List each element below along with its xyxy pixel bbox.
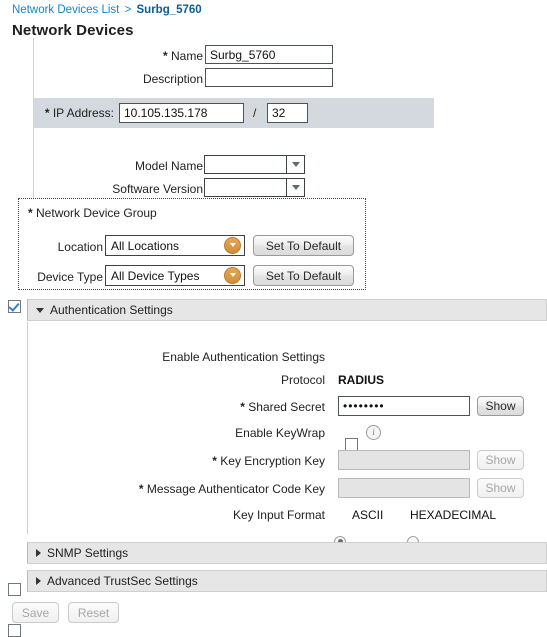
- info-icon[interactable]: i: [366, 425, 381, 440]
- description-input[interactable]: [205, 68, 333, 87]
- authentication-settings-checkbox[interactable]: [8, 300, 21, 313]
- key-encryption-key-label: * Key Encryption Key: [150, 454, 325, 468]
- model-name-label: Model Name: [134, 159, 203, 173]
- breadcrumb-current-device: Surbg_5760: [136, 4, 202, 16]
- breadcrumb-separator: >: [124, 4, 132, 16]
- device-type-value: All Device Types: [111, 268, 200, 283]
- model-name-combobox[interactable]: [204, 155, 305, 174]
- key-encryption-key-show-button[interactable]: Show: [477, 450, 524, 470]
- ip-mask-input[interactable]: [267, 103, 308, 123]
- location-set-to-default-button[interactable]: Set To Default: [253, 235, 354, 256]
- key-input-format-option-ascii-label: ASCII: [352, 508, 384, 522]
- authentication-settings-title: Authentication Settings: [50, 303, 173, 317]
- software-version-label: Software Version: [112, 182, 203, 196]
- save-button[interactable]: Save: [12, 602, 59, 623]
- message-authenticator-code-key-label: * Message Authenticator Code Key: [125, 482, 325, 496]
- key-input-format-label: Key Input Format: [232, 508, 325, 522]
- protocol-label: Protocol: [280, 373, 325, 387]
- location-select[interactable]: All Locations: [105, 235, 245, 256]
- snmp-settings-title: SNMP Settings: [47, 546, 129, 560]
- breadcrumb: Network Devices List > Surbg_5760: [12, 4, 202, 16]
- model-name-value: [205, 156, 286, 173]
- device-type-set-to-default-button[interactable]: Set To Default: [253, 265, 354, 286]
- location-label: Location: [57, 240, 103, 254]
- device-type-label: Device Type: [37, 270, 103, 284]
- ip-address-input[interactable]: [119, 103, 244, 123]
- description-label: Description: [142, 72, 203, 86]
- shared-secret-label-text: Shared Secret: [248, 400, 325, 414]
- ndg-required-marker: *: [28, 206, 33, 220]
- ip-mask-separator: /: [253, 106, 257, 120]
- enable-authentication-settings-label: Enable Authentication Settings: [162, 350, 325, 364]
- network-device-group-legend: * Network Device Group: [28, 206, 157, 220]
- name-required-marker: *: [162, 49, 168, 63]
- key-input-format-option-hexadecimal-label: HEXADECIMAL: [410, 508, 497, 522]
- shared-secret-label: * Shared Secret: [190, 400, 325, 414]
- key-encryption-key-input[interactable]: [338, 450, 470, 470]
- ip-address-label: * IP Address:: [36, 106, 114, 120]
- software-version-value: [205, 179, 286, 196]
- chevron-down-circle-icon[interactable]: [224, 237, 241, 254]
- key-encryption-key-label-text: Key Encryption Key: [220, 454, 325, 468]
- software-version-combobox[interactable]: [204, 178, 305, 197]
- advanced-trustsec-settings-title: Advanced TrustSec Settings: [47, 574, 198, 588]
- shared-secret-required-marker: *: [240, 400, 245, 414]
- device-type-select[interactable]: All Device Types: [105, 265, 245, 286]
- ndg-legend-text: Network Device Group: [36, 206, 157, 220]
- location-value: All Locations: [111, 238, 180, 253]
- advanced-trustsec-settings-checkbox[interactable]: [8, 624, 21, 637]
- chevron-down-icon[interactable]: [286, 156, 304, 173]
- message-authenticator-code-key-required-marker: *: [138, 482, 144, 496]
- message-authenticator-code-key-input[interactable]: [338, 478, 470, 498]
- advanced-trustsec-settings-panel-header[interactable]: Advanced TrustSec Settings: [27, 570, 547, 592]
- triangle-right-icon[interactable]: [36, 549, 41, 557]
- name-input[interactable]: [205, 45, 333, 64]
- shared-secret-show-button[interactable]: Show: [477, 396, 524, 416]
- chevron-down-icon[interactable]: [286, 179, 304, 196]
- chevron-down-circle-icon[interactable]: [224, 267, 241, 284]
- message-authenticator-code-key-label-text: Message Authenticator Code Key: [146, 482, 325, 496]
- snmp-settings-panel-header[interactable]: SNMP Settings: [27, 542, 547, 564]
- shared-secret-input[interactable]: [338, 396, 470, 416]
- key-encryption-key-required-marker: *: [212, 454, 217, 468]
- reset-button[interactable]: Reset: [68, 602, 119, 623]
- name-label-text: Name: [170, 49, 203, 63]
- name-label: * Name: [118, 49, 203, 63]
- triangle-right-icon[interactable]: [36, 577, 41, 585]
- snmp-settings-checkbox[interactable]: [8, 583, 21, 596]
- breadcrumb-link-network-devices-list[interactable]: Network Devices List: [12, 4, 119, 16]
- message-authenticator-code-key-show-button[interactable]: Show: [477, 478, 524, 498]
- authentication-settings-panel-header[interactable]: Authentication Settings: [27, 299, 547, 321]
- ip-address-label-text: IP Address:: [52, 106, 114, 120]
- page-title: Network Devices: [12, 22, 134, 39]
- protocol-value: RADIUS: [338, 373, 385, 387]
- triangle-down-icon[interactable]: [36, 307, 44, 313]
- ip-address-required-marker: *: [44, 106, 50, 120]
- enable-keywrap-label: Enable KeyWrap: [235, 426, 325, 440]
